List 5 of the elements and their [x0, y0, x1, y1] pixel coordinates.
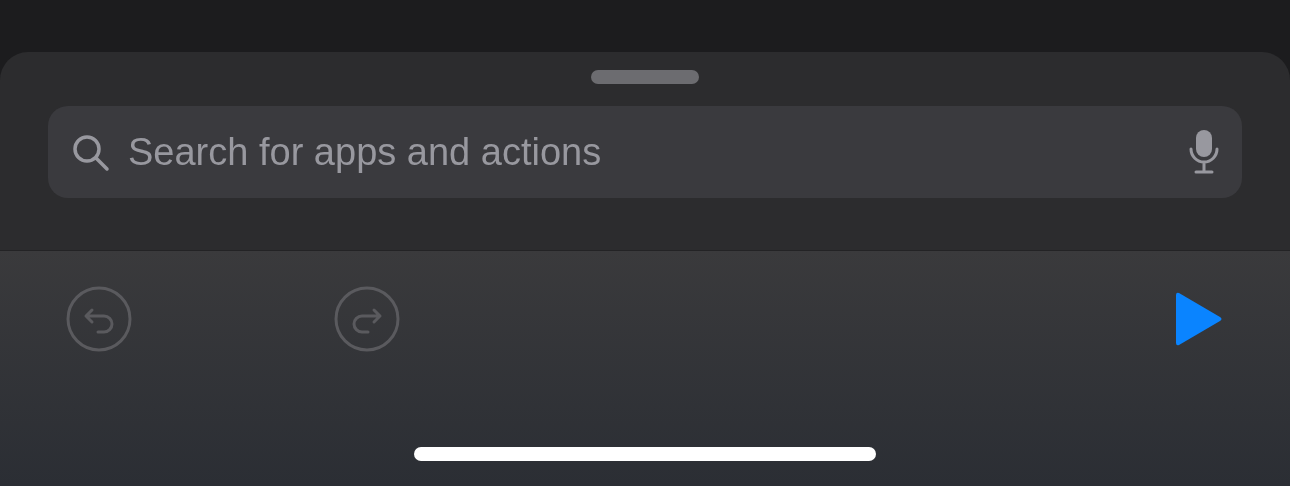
search-icon	[70, 132, 110, 172]
sheet-grabber[interactable]	[591, 70, 699, 84]
play-button[interactable]	[1174, 291, 1224, 347]
microphone-icon[interactable]	[1188, 129, 1220, 175]
search-field[interactable]: Search for apps and actions	[48, 106, 1242, 198]
